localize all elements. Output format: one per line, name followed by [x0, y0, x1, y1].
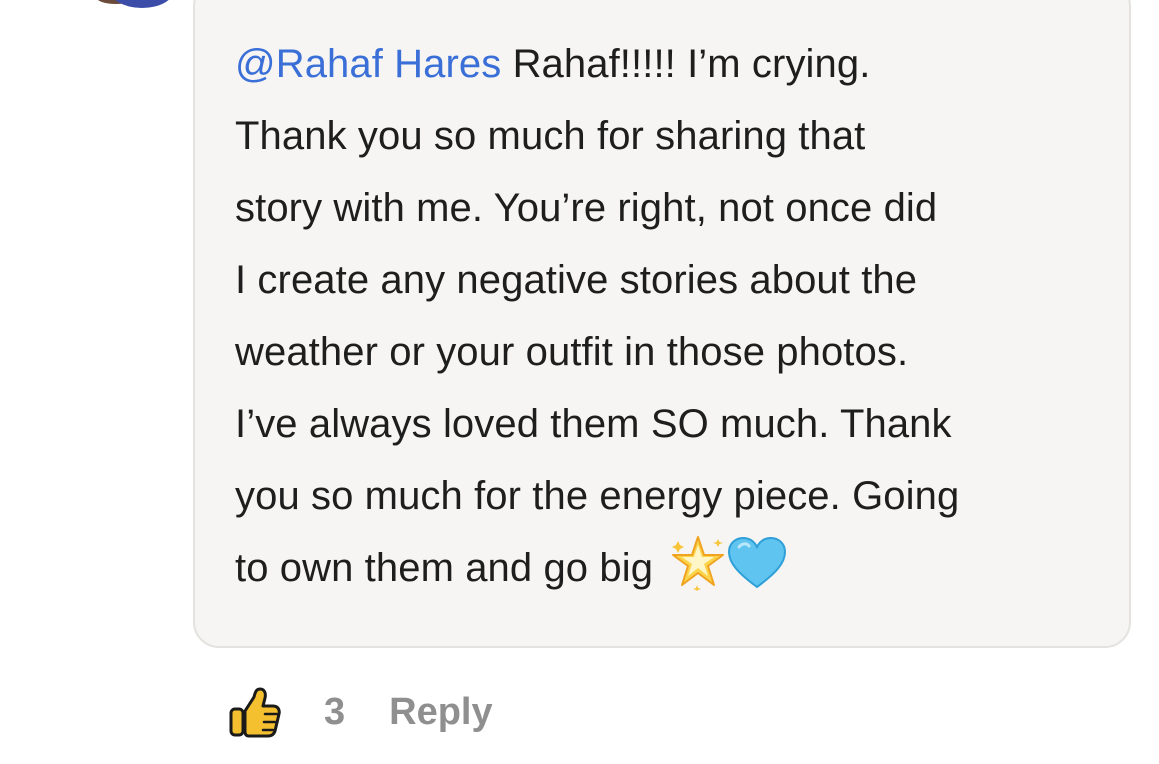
thumbs-up-icon[interactable] [228, 685, 282, 739]
comment-first-line-text: Rahaf!!!!! I’m crying. [501, 42, 871, 86]
avatar[interactable] [110, 0, 174, 8]
comment-line-4: I create any negative stories about the [235, 258, 918, 302]
comment-line-8: to own them and go big [235, 532, 1115, 604]
comment-line-1: @Rahaf Hares Rahaf!!!!! I’m crying. [235, 28, 1115, 100]
comment-line-5: weather or your outfit in those photos. [235, 330, 909, 374]
comment-actions: 3 Reply [228, 680, 493, 744]
comment-text: @Rahaf Hares Rahaf!!!!! I’m crying. Than… [235, 28, 1115, 604]
glowing-star-icon [672, 536, 725, 591]
comment-line-2: Thank you so much for sharing that [235, 114, 866, 158]
light-blue-heart-icon [728, 536, 787, 589]
comment-line-7: you so much for the energy piece. Going [235, 474, 960, 518]
mention-link[interactable]: @Rahaf Hares [235, 42, 501, 86]
comment-line-6: I’ve always loved them SO much. Thank [235, 402, 952, 446]
comment-last-line-text: to own them and go big [235, 546, 665, 590]
comment-view: @Rahaf Hares Rahaf!!!!! I’m crying. Than… [0, 0, 1159, 764]
reply-button[interactable]: Reply [389, 691, 492, 734]
like-count: 3 [324, 690, 346, 733]
comment-line-3: story with me. You’re right, not once di… [235, 186, 938, 230]
